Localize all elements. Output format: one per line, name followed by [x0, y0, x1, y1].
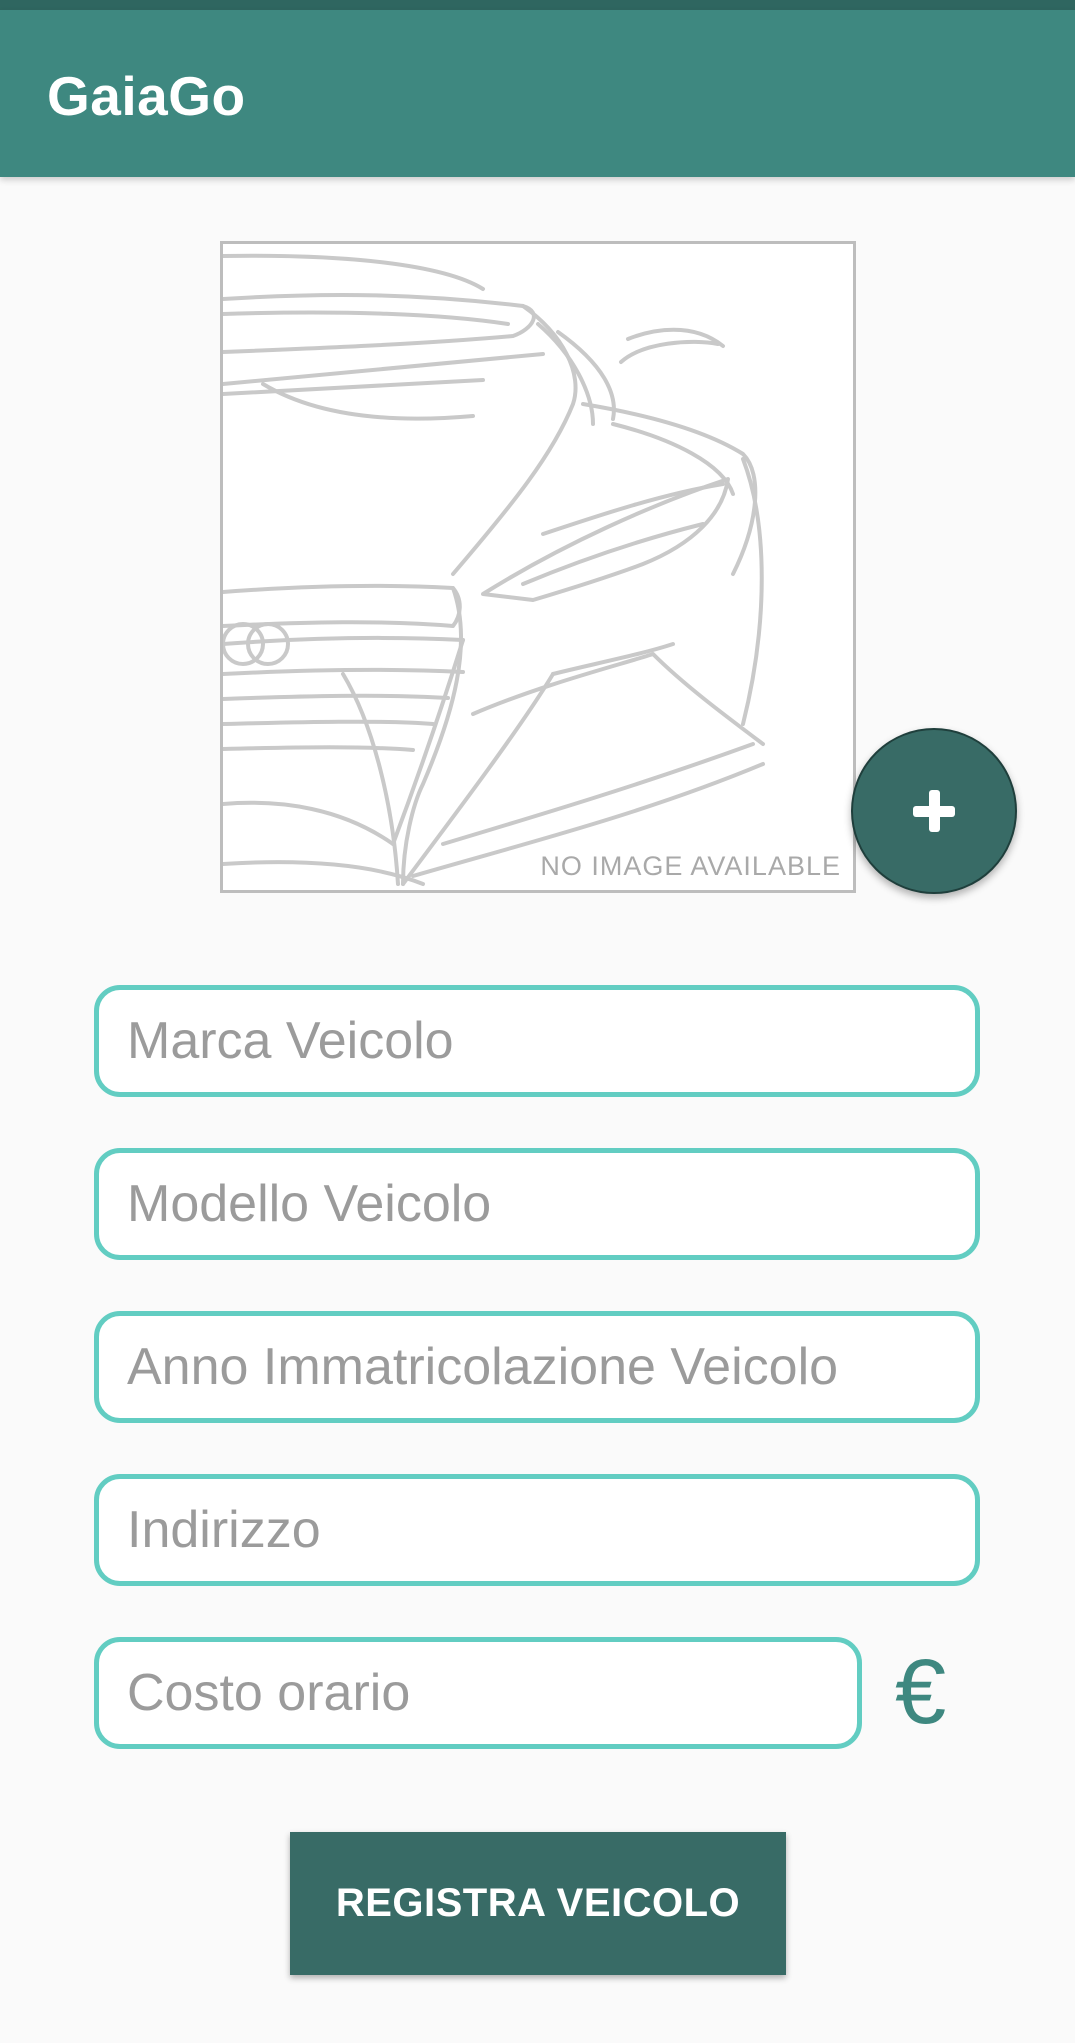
euro-currency-label: €	[895, 1641, 947, 1743]
app-bar: GaiaGo	[0, 10, 1075, 177]
car-sketch-illustration	[223, 253, 765, 886]
modello-veicolo-field[interactable]	[94, 1148, 980, 1260]
costo-orario-field[interactable]	[94, 1637, 862, 1749]
app-title: GaiaGo	[47, 65, 246, 127]
anno-immatricolazione-field[interactable]	[94, 1311, 980, 1423]
registra-veicolo-button[interactable]: REGISTRA VEICOLO	[290, 1832, 786, 1975]
marca-veicolo-field[interactable]	[94, 985, 980, 1097]
add-image-button[interactable]	[851, 728, 1017, 894]
indirizzo-input[interactable]	[99, 1479, 975, 1581]
vehicle-image-placeholder: NO IMAGE AVAILABLE	[220, 241, 856, 893]
indirizzo-field[interactable]	[94, 1474, 980, 1586]
no-image-caption: NO IMAGE AVAILABLE	[540, 851, 841, 881]
anno-immatricolazione-input[interactable]	[99, 1316, 975, 1418]
costo-orario-input[interactable]	[99, 1642, 857, 1744]
marca-veicolo-input[interactable]	[99, 990, 975, 1092]
status-bar	[0, 0, 1075, 10]
modello-veicolo-input[interactable]	[99, 1153, 975, 1255]
